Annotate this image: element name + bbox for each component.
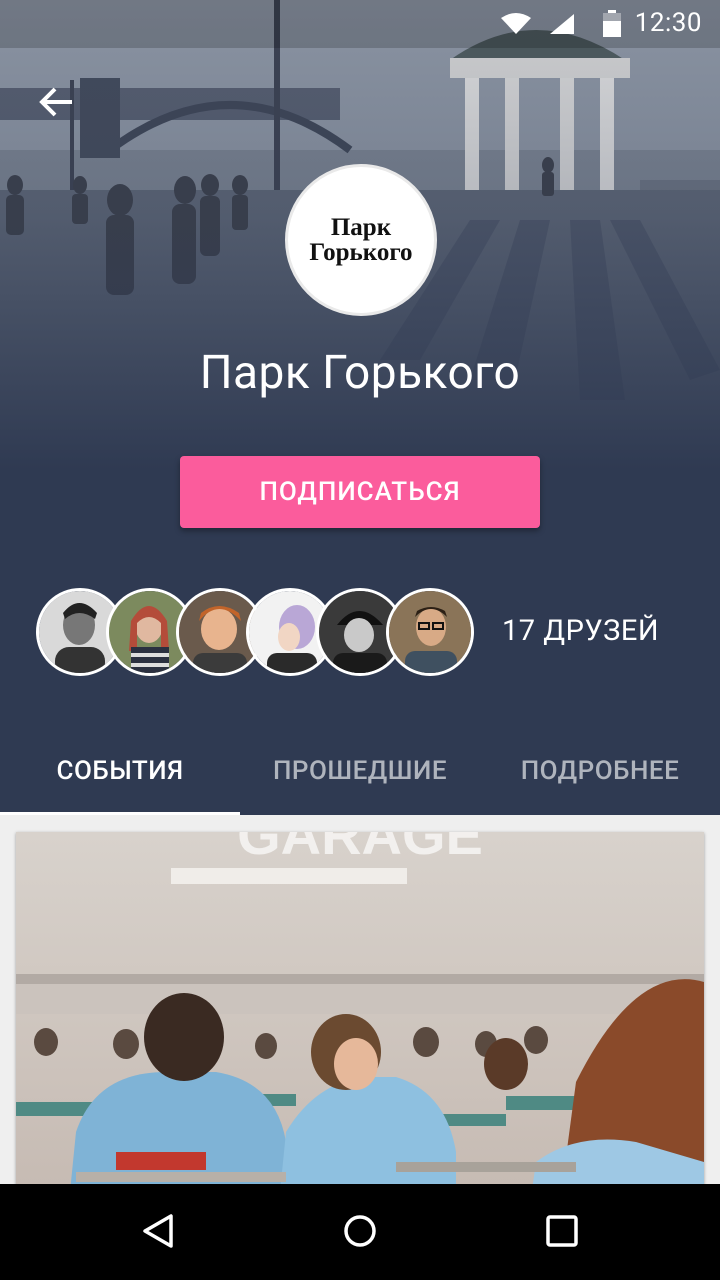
signal-icon <box>548 12 576 40</box>
logo-text-line2: Горького <box>309 239 413 266</box>
wifi-icon <box>500 12 532 40</box>
event-card[interactable]: GARAGE <box>16 832 704 1232</box>
subscribe-button[interactable]: ПОДПИСАТЬСЯ <box>180 456 540 528</box>
nav-back-button[interactable] <box>124 1198 194 1268</box>
friend-avatar[interactable] <box>386 588 474 676</box>
event-photo: GARAGE <box>16 832 704 1232</box>
tab-bar: СОБЫТИЯ ПРОШЕДШИЕ ПОДРОБНЕЕ <box>0 726 720 815</box>
friends-avatars[interactable] <box>36 588 476 676</box>
nav-back-icon <box>141 1213 177 1253</box>
system-navigation-bar <box>0 1184 720 1280</box>
status-time: 12:30 <box>634 8 702 38</box>
header-hero: 12:30 Парк Горького Парк Горького ПОДПИС… <box>0 0 720 815</box>
battery-icon <box>602 10 622 42</box>
events-list: GARAGE <box>0 815 720 1232</box>
nav-recents-button[interactable] <box>527 1198 597 1268</box>
logo-text-line1: Парк <box>330 214 392 241</box>
event-screen-text: GARAGE <box>237 832 483 866</box>
nav-home-button[interactable] <box>325 1198 395 1268</box>
tab-details[interactable]: ПОДРОБНЕЕ <box>480 726 720 815</box>
arrow-back-icon <box>38 86 74 122</box>
page-title: Парк Горького <box>199 346 521 400</box>
nav-recents-icon <box>544 1213 580 1253</box>
friends-count[interactable]: 17 ДРУЗЕЙ <box>502 614 659 648</box>
tab-past[interactable]: ПРОШЕДШИЕ <box>240 726 480 815</box>
tab-events[interactable]: СОБЫТИЯ <box>0 726 240 815</box>
park-logo: Парк Горького <box>285 164 437 316</box>
nav-home-icon <box>342 1213 378 1253</box>
back-button[interactable] <box>28 76 84 132</box>
status-bar: 12:30 <box>0 0 720 48</box>
